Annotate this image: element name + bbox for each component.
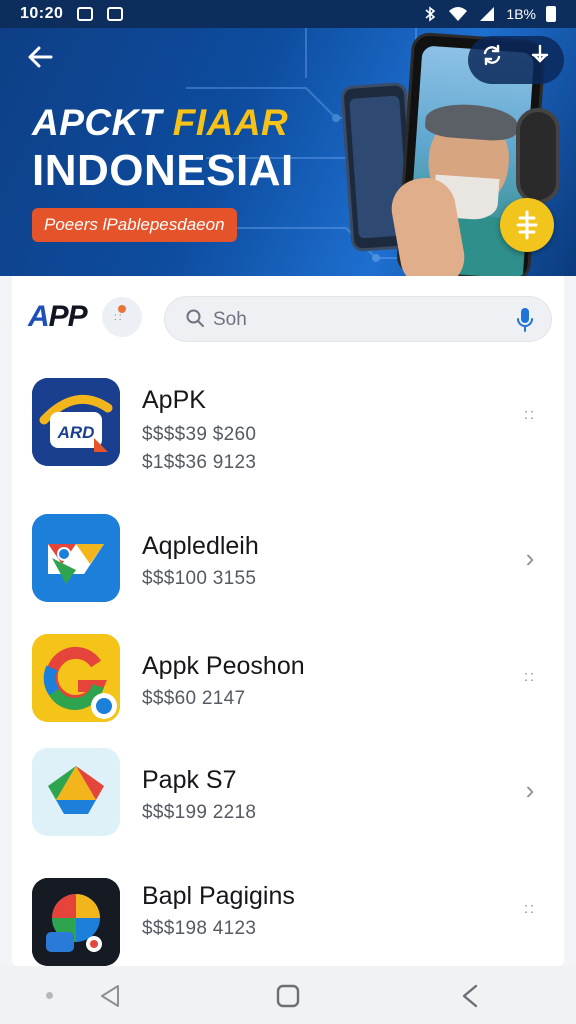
app-meta-line1: $$$60 2147 — [142, 688, 246, 709]
app-icon-appk-art: ARD — [32, 378, 120, 466]
app-meta-line1: $$$198 4123 — [142, 918, 257, 939]
bluetooth-icon — [425, 6, 436, 22]
app-meta-line1: $$$199 2218 — [142, 802, 257, 823]
back-button[interactable] — [22, 42, 58, 78]
app-name: Aqpledleih — [142, 532, 259, 560]
download-icon — [531, 44, 549, 63]
nav-indicator-dot — [46, 992, 53, 999]
app-name: ApPK — [142, 386, 206, 414]
wifi-icon — [449, 7, 468, 21]
drag-handle-icon[interactable]: :: — [516, 900, 544, 928]
banner-title-line2: INDONESIAI — [32, 146, 294, 195]
app-logo[interactable]: APP — [28, 300, 88, 334]
app-icon-papk-s7 — [32, 748, 120, 836]
menu-button[interactable]: :: — [102, 297, 142, 337]
promo-banner: APCKT FIAAR INDONESIAI Poeers lPablepesd… — [0, 28, 576, 276]
coin-icon — [516, 210, 538, 240]
drag-handle-icon[interactable]: :: — [516, 668, 544, 696]
system-nav-bar — [0, 966, 576, 1024]
app-item-appk[interactable]: ARD ApPK $$$$39 $260 $1$$36 9123 :: — [12, 368, 564, 473]
app-icon-appk-peoshon — [32, 634, 120, 722]
download-button[interactable] — [523, 43, 557, 77]
banner-title-white: APCKT — [32, 102, 173, 143]
app-icon-aqpledleih-art — [32, 514, 120, 602]
app-icon-papk-s7-art — [32, 748, 120, 836]
app-icon-aqpledleih — [32, 514, 120, 602]
app-icon-appk-peoshon-art — [32, 634, 120, 722]
app-item-bapl-pagigins[interactable]: Bapl Pagigins $$$198 4123 :: — [12, 868, 564, 968]
back-icon[interactable] — [96, 982, 124, 1010]
home-icon[interactable] — [274, 982, 302, 1010]
app-name: Appk Peoshon — [142, 652, 305, 680]
app-icon-appk-text: ARD — [57, 423, 95, 442]
promo-pill[interactable]: Poeers lPablepesdaeon — [32, 208, 237, 242]
app-name: Papk S7 — [142, 766, 237, 794]
search-bar[interactable] — [164, 296, 552, 342]
app-name: Bapl Pagigins — [142, 882, 295, 910]
banner-action-group — [468, 36, 564, 84]
sync-button[interactable] — [475, 43, 509, 77]
headphone-illustration — [516, 108, 560, 204]
mic-icon[interactable] — [515, 307, 535, 333]
app-meta-line1: $$$$39 $260 — [142, 424, 257, 445]
logo-pp: PP — [48, 300, 88, 333]
mail-icon — [77, 7, 94, 21]
search-icon — [186, 309, 204, 327]
app-meta-line1: $$$100 3155 — [142, 568, 257, 589]
status-left-icons — [77, 7, 124, 21]
app-item-papk-s7[interactable]: Papk S7 $$$199 2218 › — [12, 746, 564, 846]
sync-icon — [483, 44, 501, 66]
app-icon-bapl-pagigins — [32, 878, 120, 966]
chevron-right-icon[interactable]: › — [516, 776, 544, 804]
search-header: APP :: — [12, 294, 564, 342]
menu-dots: :: — [114, 312, 124, 323]
status-time: 10:20 — [20, 5, 64, 22]
logo-a: A — [28, 300, 50, 333]
app-icon-appk: ARD — [32, 378, 120, 466]
app-item-appk-peoshon[interactable]: Appk Peoshon $$$60 2147 :: — [12, 632, 564, 732]
app-icon-bapl-pagigins-art — [32, 878, 120, 966]
battery-icon — [546, 6, 556, 22]
battery-percent: 1B% — [506, 6, 536, 22]
status-right: 1B% — [422, 6, 556, 22]
recents-icon[interactable] — [456, 982, 484, 1010]
drag-handle-icon[interactable]: :: — [516, 406, 544, 434]
notification-icon — [107, 7, 124, 21]
app-item-aqpledleih[interactable]: Aqpledleih $$$100 3155 › — [12, 510, 564, 610]
status-bar: 10:20 1B% — [0, 0, 576, 28]
signal-icon — [480, 7, 495, 21]
banner-title-accent: FIAAR — [172, 102, 289, 143]
arrow-left-icon — [28, 46, 53, 68]
app-meta-line2: $1$$36 9123 — [142, 452, 257, 473]
search-input[interactable] — [213, 305, 503, 335]
banner-title-line1: APCKT FIAAR — [32, 102, 288, 144]
chevron-right-icon[interactable]: › — [516, 544, 544, 572]
app-list-card: APP :: ARD ApPK $$$$39 $260 — [12, 276, 564, 966]
coin-button[interactable] — [500, 198, 554, 252]
